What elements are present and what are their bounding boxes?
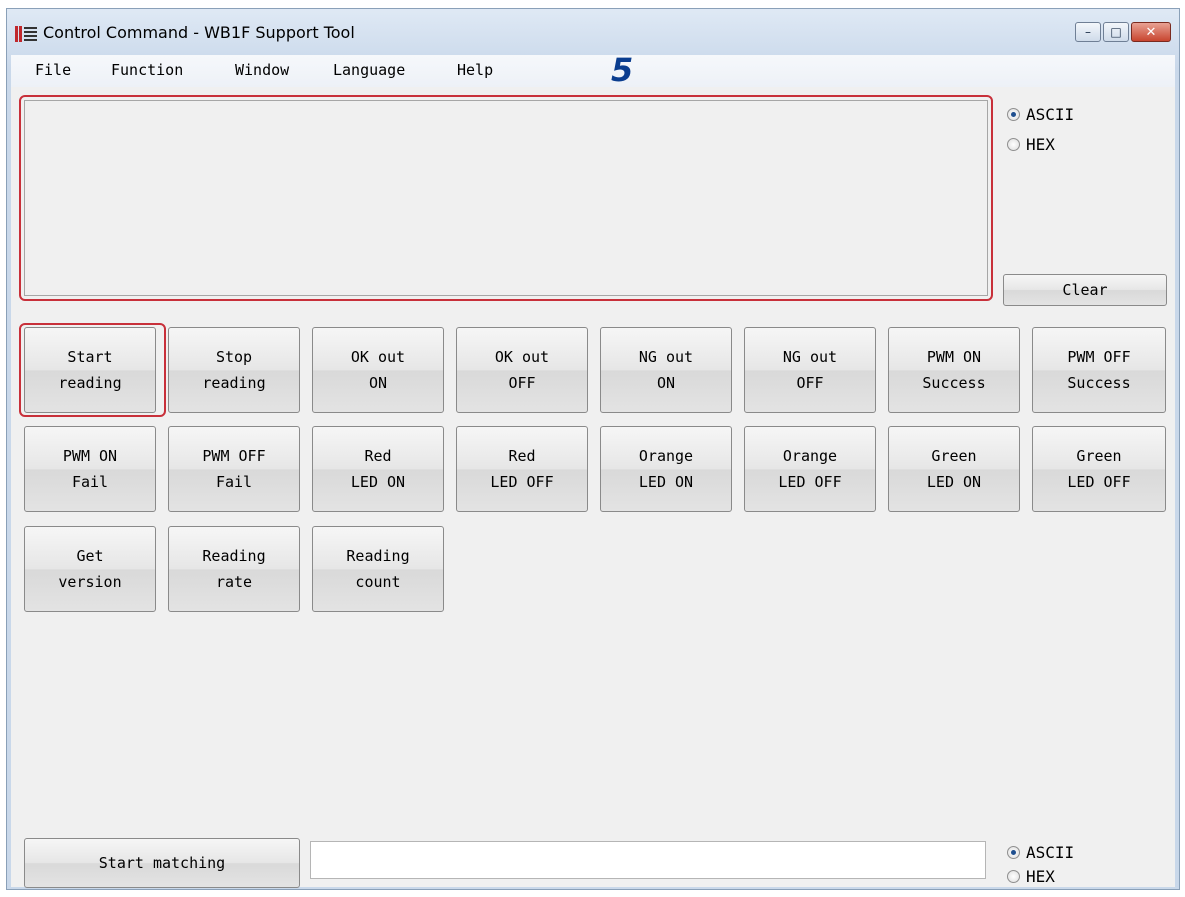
output-hex-label: HEX <box>1026 135 1055 154</box>
pwm-on-success-button[interactable]: PWM ON Success <box>888 327 1020 413</box>
close-icon: ✕ <box>1145 24 1157 40</box>
ng-out-on-button[interactable]: NG out ON <box>600 327 732 413</box>
menu-file[interactable]: File <box>31 61 75 79</box>
red-led-off-button[interactable]: Red LED OFF <box>456 426 588 512</box>
client-area: File Function Window Language Help 5 ASC… <box>11 51 1175 888</box>
clear-button[interactable]: Clear <box>1003 274 1167 306</box>
radio-unchecked-icon <box>1007 138 1020 151</box>
reading-count-button[interactable]: Reading count <box>312 526 444 612</box>
output-display <box>19 95 993 301</box>
close-button[interactable]: ✕ <box>1131 22 1171 42</box>
pwm-off-fail-button[interactable]: PWM OFF Fail <box>168 426 300 512</box>
minimize-icon: – <box>1085 25 1091 39</box>
output-ascii-option[interactable]: ASCII <box>1007 105 1074 124</box>
pwm-on-fail-button[interactable]: PWM ON Fail <box>24 426 156 512</box>
orange-led-on-button[interactable]: Orange LED ON <box>600 426 732 512</box>
minimize-button[interactable]: – <box>1075 22 1101 42</box>
green-led-on-button[interactable]: Green LED ON <box>888 426 1020 512</box>
pwm-off-success-button[interactable]: PWM OFF Success <box>1032 327 1166 413</box>
menu-window[interactable]: Window <box>231 61 293 79</box>
output-ascii-label: ASCII <box>1026 105 1075 124</box>
menu-bar: File Function Window Language Help <box>11 55 1175 87</box>
matching-ascii-label: ASCII <box>1026 843 1075 862</box>
start-reading-button[interactable]: Start reading <box>24 327 156 413</box>
matching-ascii-option[interactable]: ASCII <box>1007 843 1074 862</box>
red-led-on-button[interactable]: Red LED ON <box>312 426 444 512</box>
ok-out-off-button[interactable]: OK out OFF <box>456 327 588 413</box>
ng-out-off-button[interactable]: NG out OFF <box>744 327 876 413</box>
matching-hex-label: HEX <box>1026 867 1055 886</box>
menu-language[interactable]: Language <box>329 61 409 79</box>
reading-rate-button[interactable]: Reading rate <box>168 526 300 612</box>
window-title: Control Command - WB1F Support Tool <box>43 23 355 42</box>
orange-led-off-button[interactable]: Orange LED OFF <box>744 426 876 512</box>
green-led-off-button[interactable]: Green LED OFF <box>1032 426 1166 512</box>
app-window: Control Command - WB1F Support Tool – □ … <box>6 8 1180 890</box>
matching-input[interactable] <box>310 841 986 879</box>
radio-checked-icon <box>1007 108 1020 121</box>
ok-out-on-button[interactable]: OK out ON <box>312 327 444 413</box>
menu-function[interactable]: Function <box>107 61 187 79</box>
menu-help[interactable]: Help <box>453 61 497 79</box>
maximize-icon: □ <box>1110 25 1122 39</box>
output-text-area[interactable] <box>24 100 988 296</box>
radio-unchecked-icon <box>1007 870 1020 883</box>
stop-reading-button[interactable]: Stop reading <box>168 327 300 413</box>
get-version-button[interactable]: Get version <box>24 526 156 612</box>
app-icon <box>15 26 37 42</box>
matching-hex-option[interactable]: HEX <box>1007 867 1055 886</box>
window-controls: – □ ✕ <box>1075 22 1171 42</box>
radio-checked-icon <box>1007 846 1020 859</box>
callout-marker-5: 5 <box>611 51 634 89</box>
start-matching-button[interactable]: Start matching <box>24 838 300 888</box>
title-bar[interactable]: Control Command - WB1F Support Tool – □ … <box>7 9 1179 55</box>
maximize-button[interactable]: □ <box>1103 22 1129 42</box>
output-hex-option[interactable]: HEX <box>1007 135 1055 154</box>
